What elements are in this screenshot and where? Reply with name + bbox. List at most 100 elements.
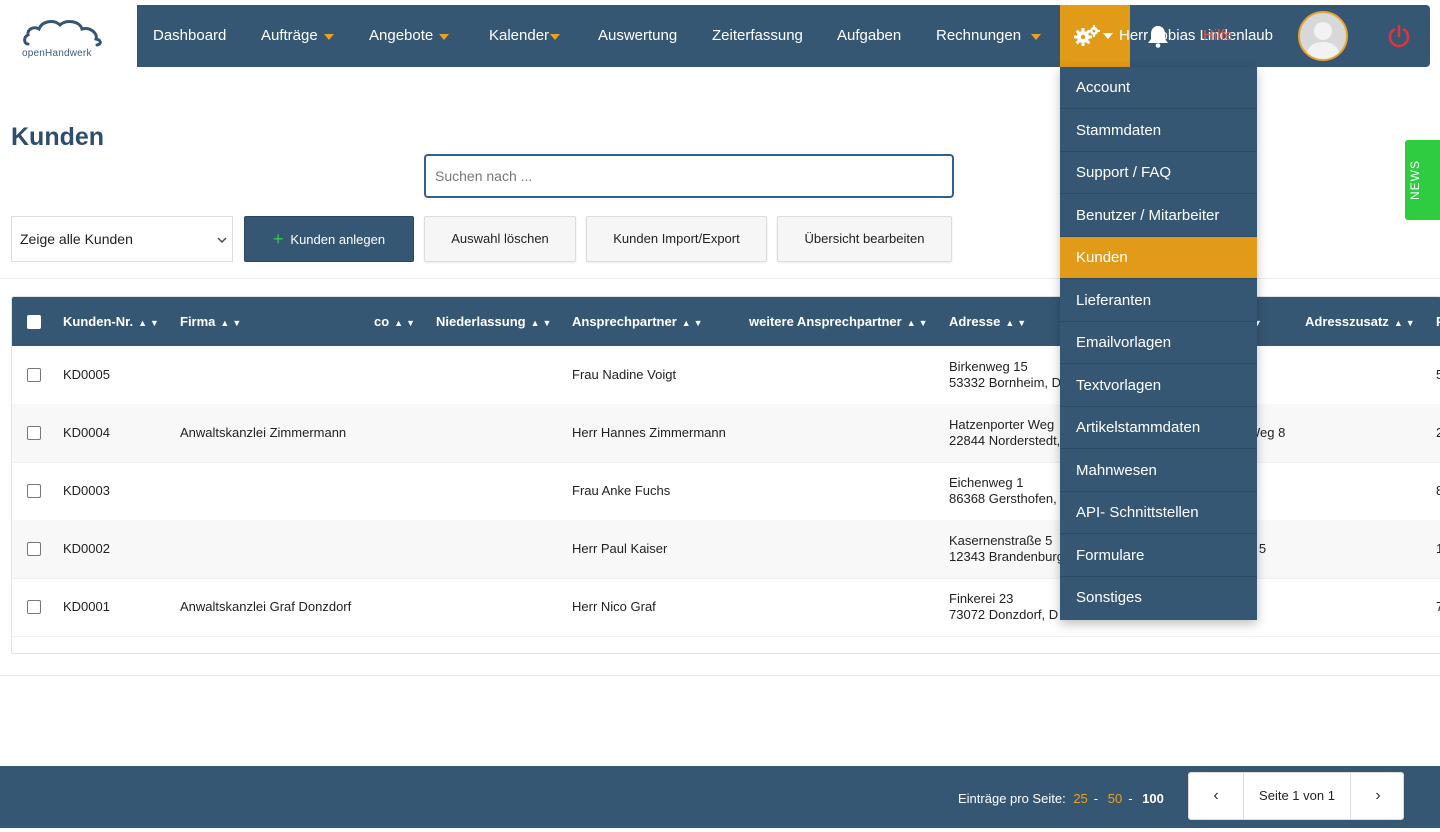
sort-icon[interactable]: ▲▼ xyxy=(682,318,706,328)
nav-auftraege[interactable]: Aufträge xyxy=(261,5,334,67)
power-icon[interactable] xyxy=(1387,24,1411,48)
cell-adresse-line2: 22844 Norderstedt, xyxy=(949,433,1061,448)
news-tab[interactable]: NEWS xyxy=(1405,140,1440,220)
cell-kunden-nr[interactable]: KD0005 xyxy=(63,367,110,382)
row-checkbox[interactable] xyxy=(27,484,41,498)
page-title: Kunden xyxy=(11,123,105,151)
per-page-option-100[interactable]: 100 xyxy=(1142,791,1164,806)
cell-kunden-nr[interactable]: KD0002 xyxy=(63,541,110,556)
add-customer-button[interactable]: + Kunden anlegen xyxy=(244,216,414,262)
chevron-down-icon xyxy=(217,237,227,243)
menu-item-kunden[interactable]: Kunden xyxy=(1060,237,1257,279)
sort-icon[interactable]: ▲▼ xyxy=(138,318,162,328)
column-header-p[interactable]: P xyxy=(1436,297,1440,346)
chevron-right-icon: › xyxy=(1375,787,1381,804)
sort-icon[interactable]: ▲▼ xyxy=(394,318,418,328)
cell-kunden-nr[interactable]: KD0003 xyxy=(63,483,110,498)
menu-item-artikelstammdaten[interactable]: Artikelstammdaten xyxy=(1060,407,1257,449)
nav-auswertung[interactable]: Auswertung xyxy=(598,5,677,67)
cell-adresse-line1: Hatzenporter Weg xyxy=(949,417,1055,432)
edit-overview-button[interactable]: Übersicht bearbeiten xyxy=(777,216,952,262)
cell-last: 7 xyxy=(1436,599,1440,614)
column-header-ansprechpartner[interactable]: Ansprechpartner ▲▼ xyxy=(572,297,706,346)
row-checkbox[interactable] xyxy=(27,426,41,440)
column-header-co[interactable]: co ▲▼ xyxy=(374,297,418,346)
cell-ansprechpartner: Herr Paul Kaiser xyxy=(572,541,668,556)
sort-icon[interactable]: ▲▼ xyxy=(531,318,555,328)
clear-selection-button[interactable]: Auswahl löschen xyxy=(424,216,576,262)
menu-item-formulare[interactable]: Formulare xyxy=(1060,535,1257,577)
menu-item-textvorlagen[interactable]: Textvorlagen xyxy=(1060,365,1257,407)
row-checkbox[interactable] xyxy=(27,368,41,382)
menu-item-lieferanten[interactable]: Lieferanten xyxy=(1060,280,1257,322)
search-input[interactable] xyxy=(424,154,954,198)
nav-kalender[interactable]: Kalender xyxy=(489,5,561,67)
cell-last: 2 xyxy=(1436,425,1440,440)
next-page-button[interactable]: › xyxy=(1351,773,1405,819)
gear-icon xyxy=(1074,25,1100,46)
divider xyxy=(0,675,1440,676)
row-checkbox[interactable] xyxy=(27,600,41,614)
cloud-logo-icon xyxy=(23,20,102,47)
column-header-niederlassung[interactable]: Niederlassung ▲▼ xyxy=(436,297,554,346)
column-header-weitere-ansprechpartner[interactable]: weitere Ansprechpartner ▲▼ xyxy=(749,297,931,346)
import-export-button[interactable]: Kunden Import/Export xyxy=(586,216,767,262)
menu-item-mahnwesen[interactable]: Mahnwesen xyxy=(1060,450,1257,492)
per-page-option-25[interactable]: 25 xyxy=(1073,791,1087,806)
menu-item-emailvorlagen[interactable]: Emailvorlagen xyxy=(1060,322,1257,364)
entries-per-page: Einträge pro Seite: 25- 50- 100 xyxy=(958,791,1164,806)
help-link[interactable]: Hilfe xyxy=(1203,5,1233,67)
menu-item-stammdaten[interactable]: Stammdaten xyxy=(1060,110,1257,152)
cell-kunden-nr[interactable]: KD0004 xyxy=(63,425,110,440)
customer-filter-select[interactable]: Zeige alle Kunden xyxy=(11,216,233,262)
cell-adresse-line2: 53332 Bornheim, D xyxy=(949,375,1062,390)
cell-kunden-nr[interactable]: KD0001 xyxy=(63,599,110,614)
prev-page-button[interactable]: ‹ xyxy=(1189,773,1243,819)
sort-icon[interactable]: ▲▼ xyxy=(1394,318,1418,328)
sort-icon[interactable]: ▲▼ xyxy=(220,318,244,328)
caret-down-icon xyxy=(439,34,450,41)
chevron-left-icon: ‹ xyxy=(1213,787,1219,804)
page-info: Seite 1 von 1 xyxy=(1243,773,1351,819)
cell-adresse-line1: Kasernenstraße 5 xyxy=(949,533,1053,548)
nav-aufgaben[interactable]: Aufgaben xyxy=(837,5,901,67)
caret-down-icon xyxy=(550,34,561,41)
top-navigation: Dashboard Aufträge Angebote Kalender Aus… xyxy=(137,5,1430,67)
nav-zeiterfassung[interactable]: Zeiterfassung xyxy=(712,5,803,67)
news-label: NEWS xyxy=(1408,160,1422,200)
avatar[interactable] xyxy=(1298,11,1348,61)
app-logo[interactable]: openHandwerk xyxy=(0,5,138,67)
caret-down-icon xyxy=(1103,33,1113,39)
cell-last: 8 xyxy=(1436,483,1440,498)
menu-item-account[interactable]: Account xyxy=(1060,67,1257,109)
footer-bar: Einträge pro Seite: 25- 50- 100 ‹ Seite … xyxy=(0,766,1440,828)
menu-item-benutzer[interactable]: Benutzer / Mitarbeiter xyxy=(1060,195,1257,237)
cell-adresse-line1: Finkerei 23 xyxy=(949,591,1014,606)
cell-adresse-line2: 86368 Gersthofen, xyxy=(949,491,1057,506)
cell-last: 5 xyxy=(1436,367,1440,382)
menu-item-sonstiges[interactable]: Sonstiges xyxy=(1060,577,1257,619)
per-page-option-50[interactable]: 50 xyxy=(1108,791,1122,806)
bell-icon[interactable] xyxy=(1146,24,1170,48)
column-header-kunden-nr[interactable]: Kunden-Nr. ▲▼ xyxy=(63,297,162,346)
column-header-adresszusatz[interactable]: Adresszusatz ▲▼ xyxy=(1305,297,1418,346)
user-name[interactable]: Herr Tobias Lindenlaub xyxy=(1119,5,1273,67)
caret-down-icon xyxy=(323,34,334,41)
select-all-checkbox[interactable] xyxy=(27,315,41,329)
caret-down-icon xyxy=(1031,34,1042,41)
cell-adresse-line1: Eichenweg 1 xyxy=(949,475,1024,490)
cell-adresse-line2: 73072 Donzdorf, D xyxy=(949,607,1059,622)
sort-icon[interactable]: ▲▼ xyxy=(907,318,931,328)
menu-item-support-faq[interactable]: Support / FAQ xyxy=(1060,152,1257,194)
nav-dashboard[interactable]: Dashboard xyxy=(153,5,226,67)
row-checkbox[interactable] xyxy=(27,542,41,556)
nav-angebote[interactable]: Angebote xyxy=(369,5,450,67)
column-header-adresse[interactable]: Adresse ▲▼ xyxy=(949,297,1029,346)
cell-adresse-line1: Birkenweg 15 xyxy=(949,359,1028,374)
sort-icon[interactable]: ▲▼ xyxy=(1005,318,1029,328)
filter-selected-value: Zeige alle Kunden xyxy=(20,231,133,247)
menu-item-api-schnittstellen[interactable]: API- Schnittstellen xyxy=(1060,492,1257,534)
column-header-firma[interactable]: Firma ▲▼ xyxy=(180,297,244,346)
logo-text: openHandwerk xyxy=(22,48,92,59)
nav-rechnungen[interactable]: Rechnungen xyxy=(936,5,1042,67)
